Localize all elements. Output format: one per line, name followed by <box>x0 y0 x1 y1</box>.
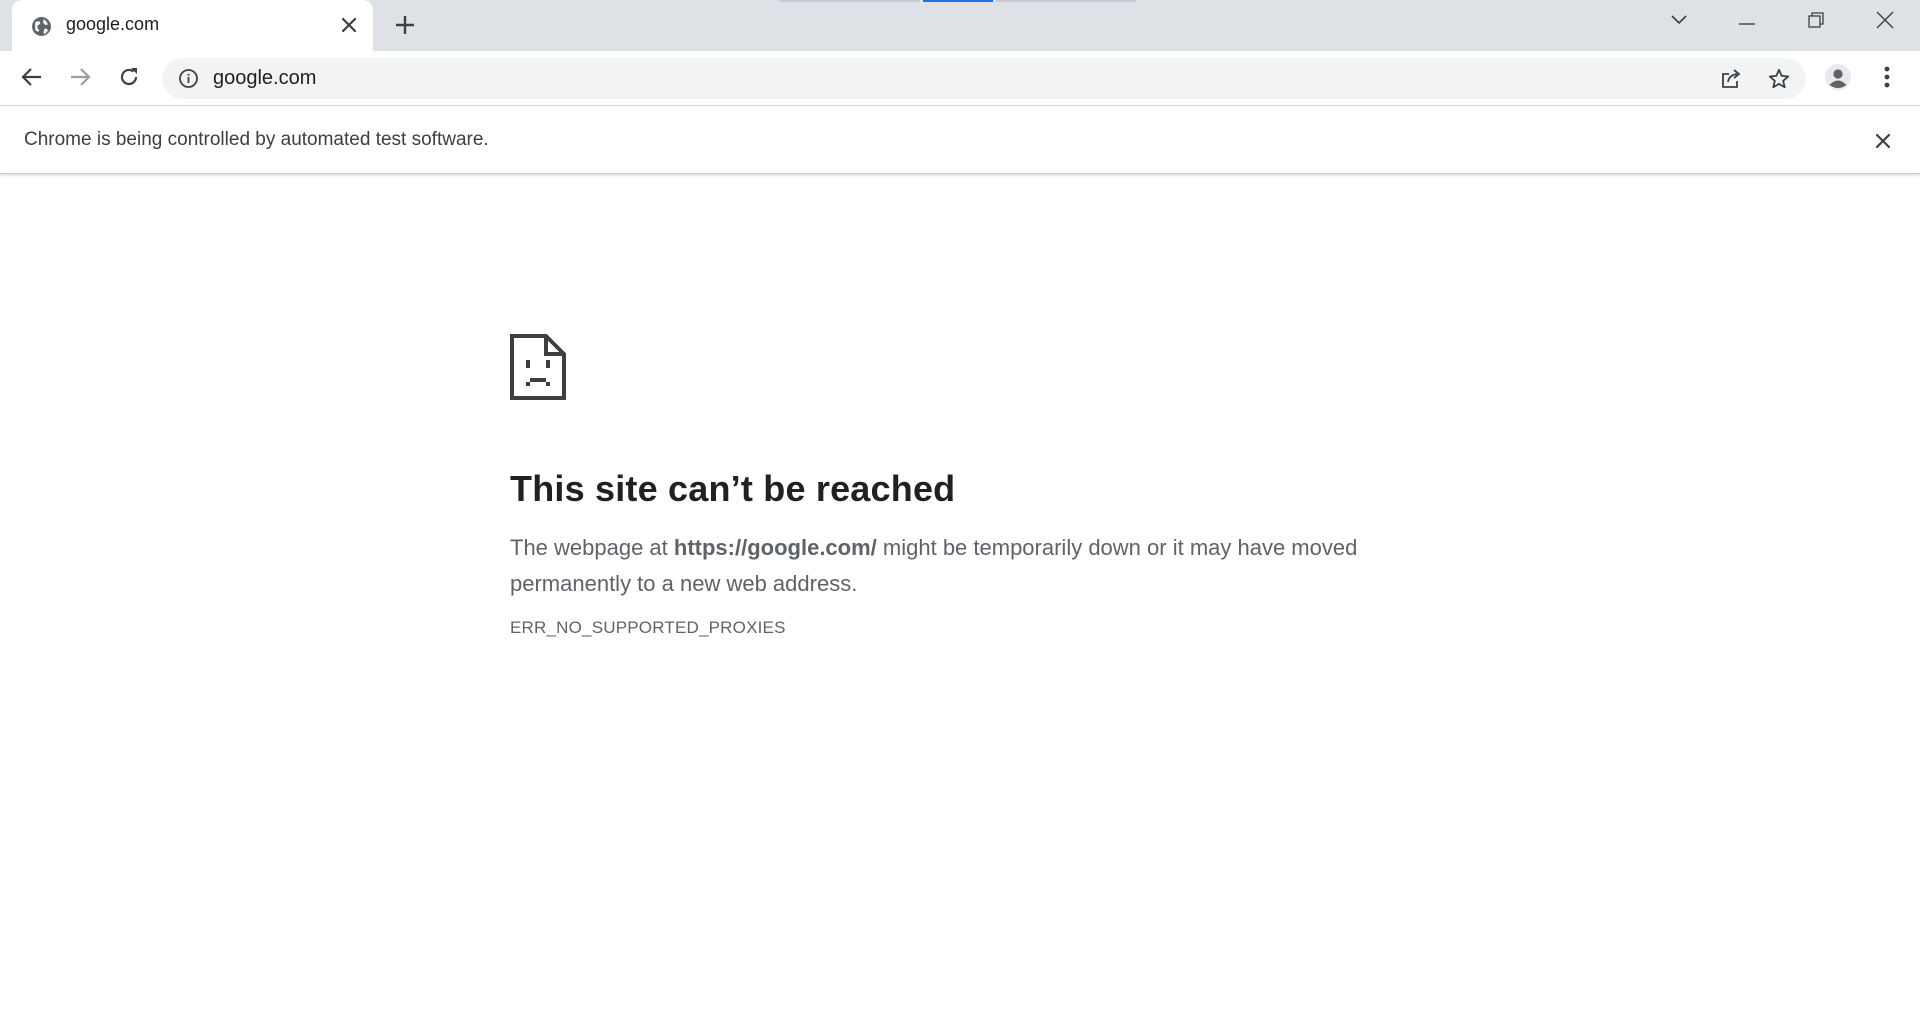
new-tab-button[interactable] <box>390 12 420 42</box>
loading-indicator <box>780 0 1140 2</box>
share-icon[interactable] <box>1716 64 1746 94</box>
forward-button[interactable] <box>63 62 97 96</box>
reload-icon <box>118 66 140 93</box>
bookmark-star-icon[interactable] <box>1764 64 1794 94</box>
profile-button[interactable] <box>1821 62 1855 96</box>
info-icon[interactable] <box>178 68 199 89</box>
error-desc-url: https://google.com/ <box>673 535 877 560</box>
tab-close-icon[interactable] <box>337 13 361 37</box>
error-description: The webpage at https://google.com/ might… <box>510 530 1410 602</box>
error-desc-prefix: The webpage at <box>510 535 674 560</box>
tab-title: google.com <box>66 14 160 34</box>
kebab-menu-icon <box>1884 66 1890 93</box>
forward-arrow-icon <box>69 66 91 93</box>
back-button[interactable] <box>15 62 49 96</box>
sad-document-icon <box>510 334 1410 400</box>
restore-icon <box>1808 11 1824 33</box>
tab-search-button[interactable] <box>1645 0 1713 44</box>
reload-button[interactable] <box>112 62 146 96</box>
close-icon[interactable] <box>1870 128 1896 154</box>
restore-button[interactable] <box>1782 0 1850 44</box>
close-icon <box>1876 11 1894 34</box>
error-page: This site can’t be reached The webpage a… <box>510 334 1410 638</box>
address-bar[interactable]: google.com <box>162 58 1806 99</box>
chevron-down-icon <box>1670 13 1688 31</box>
browser-toolbar: google.com <box>0 51 1920 106</box>
address-input[interactable]: google.com <box>213 67 316 90</box>
minimize-button[interactable] <box>1713 0 1781 44</box>
error-code: ERR_NO_SUPPORTED_PROXIES <box>510 618 786 637</box>
avatar-icon <box>1825 63 1851 95</box>
error-title: This site can’t be reached <box>510 468 956 509</box>
plus-icon <box>395 15 415 40</box>
active-tab[interactable]: google.com <box>12 0 373 51</box>
tab-strip: google.com <box>0 0 1920 51</box>
chrome-menu-button[interactable] <box>1870 62 1904 96</box>
back-arrow-icon <box>21 66 43 93</box>
minimize-icon <box>1739 13 1755 31</box>
infobar-message: Chrome is being controlled by automated … <box>24 129 489 150</box>
globe-icon <box>31 16 52 37</box>
automation-infobar: Chrome is being controlled by automated … <box>0 106 1920 174</box>
window-close-button[interactable] <box>1851 0 1919 44</box>
